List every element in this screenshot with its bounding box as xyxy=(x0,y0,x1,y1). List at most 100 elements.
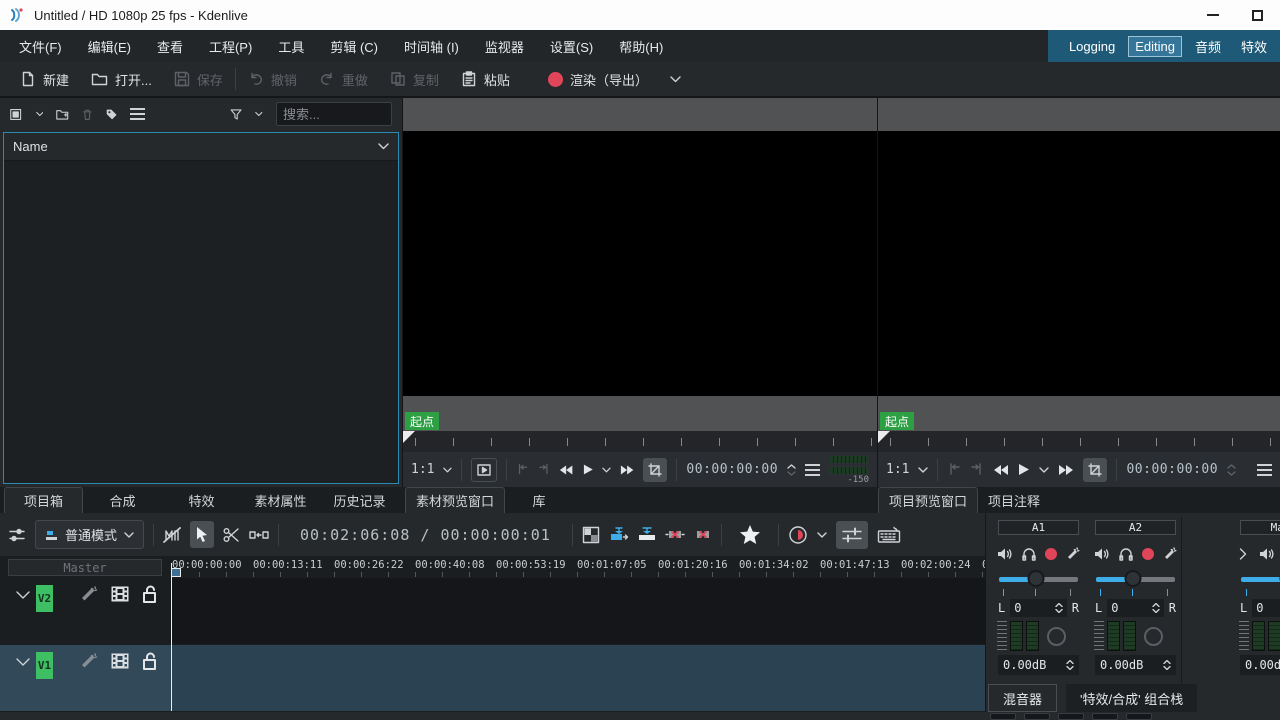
zone-in-icon[interactable] xyxy=(947,463,961,476)
monitor-menu-icon[interactable] xyxy=(805,464,820,476)
forward-icon[interactable] xyxy=(1058,464,1074,476)
track-lock-icon[interactable] xyxy=(142,652,158,671)
edit-mode-dropdown[interactable]: 普通模式 xyxy=(35,520,144,549)
pan-spinbox[interactable]: 0 xyxy=(1107,599,1164,617)
tab-clip-monitor[interactable]: 素材预览窗口 xyxy=(405,487,505,513)
forward-icon[interactable] xyxy=(620,464,634,476)
slider-knob[interactable] xyxy=(1125,570,1142,587)
rewind-icon[interactable] xyxy=(559,464,573,476)
zoom-level[interactable]: 1:1 xyxy=(886,462,909,477)
search-input[interactable] xyxy=(276,102,392,126)
playhead[interactable] xyxy=(171,563,172,711)
project-video-area[interactable] xyxy=(878,131,1280,396)
pan-spinbox[interactable]: 0 xyxy=(1010,599,1067,617)
zone-mode-button[interactable] xyxy=(643,458,667,482)
selection-tool-button[interactable] xyxy=(190,521,214,548)
create-folder-icon[interactable] xyxy=(56,107,69,122)
play-icon[interactable] xyxy=(583,463,594,476)
monitor-overlay-button[interactable] xyxy=(471,458,497,482)
mix-clips-icon[interactable] xyxy=(582,526,600,544)
bin-menu-icon[interactable] xyxy=(130,108,145,120)
snap-toggle-icon[interactable] xyxy=(163,527,181,543)
play-icon[interactable] xyxy=(1018,463,1030,476)
channel-name[interactable]: Master xyxy=(1240,520,1280,535)
menu-edit[interactable]: 编辑(E) xyxy=(75,30,144,62)
filter-dropdown-icon[interactable] xyxy=(255,111,263,117)
volume-slider[interactable] xyxy=(1241,569,1280,589)
rewind-icon[interactable] xyxy=(993,464,1009,476)
track-header-v2[interactable]: V2 xyxy=(0,578,170,644)
track-tag-v1[interactable]: V1 xyxy=(36,652,53,679)
play-dropdown-icon[interactable] xyxy=(1039,467,1049,473)
channel-name[interactable]: A2 xyxy=(1095,520,1176,535)
track-effects-icon[interactable] xyxy=(79,652,98,671)
menu-file[interactable]: 文件(F) xyxy=(6,30,75,62)
redo-button[interactable]: 重做 xyxy=(309,65,378,94)
menu-view[interactable]: 查看 xyxy=(144,30,196,62)
collapse-track-icon[interactable] xyxy=(16,658,30,666)
balance-knob[interactable] xyxy=(1047,627,1066,646)
workspace-editing[interactable]: Editing xyxy=(1128,36,1182,57)
tab-project-notes[interactable]: 项目注释 xyxy=(978,487,1050,513)
tab-effects[interactable]: 特效 xyxy=(162,487,241,513)
timecode-spinner[interactable] xyxy=(787,464,796,476)
effects-wand-icon[interactable] xyxy=(1066,547,1080,561)
tab-undo-history[interactable]: 历史记录 xyxy=(320,487,399,513)
filter-icon[interactable] xyxy=(230,107,242,122)
zoom-dropdown-icon[interactable] xyxy=(443,467,452,473)
spacer-tool-icon[interactable] xyxy=(249,529,269,541)
track-header-v1[interactable]: V1 xyxy=(0,645,170,711)
project-monitor-ruler[interactable] xyxy=(878,431,1280,452)
timecode-spinner[interactable] xyxy=(1227,464,1236,476)
gain-spinbox[interactable]: 0.00dB xyxy=(1095,655,1176,675)
lift-zone-icon[interactable] xyxy=(694,528,712,541)
menu-clip[interactable]: 剪辑 (C) xyxy=(317,30,391,62)
overwrite-zone-icon[interactable] xyxy=(638,527,656,542)
tab-audio-mixer[interactable]: 混音器 xyxy=(988,684,1057,712)
pan-spinbox[interactable]: 0 xyxy=(1252,599,1280,617)
effects-wand-icon[interactable] xyxy=(1163,547,1177,561)
paste-button[interactable]: 粘贴 xyxy=(451,65,520,94)
gain-spinbox[interactable]: 0.00dB xyxy=(1240,655,1280,675)
zone-mode-button[interactable] xyxy=(1083,458,1107,482)
track-tag-v2[interactable]: V2 xyxy=(36,585,53,612)
tab-clip-properties[interactable]: 素材属性 xyxy=(241,487,320,513)
insert-zone-icon[interactable] xyxy=(609,527,629,542)
tag-icon[interactable] xyxy=(106,107,117,122)
menu-settings[interactable]: 设置(S) xyxy=(537,30,606,62)
timeline-timecode[interactable]: 00:02:06:08 / 00:00:00:01 xyxy=(288,526,563,544)
volume-slider[interactable] xyxy=(1096,569,1175,589)
project-timecode[interactable]: 00:00:00:00 xyxy=(1126,462,1218,477)
zone-out-icon[interactable] xyxy=(970,463,984,476)
tab-compositions[interactable]: 合成 xyxy=(83,487,162,513)
audio-mixer-toggle[interactable] xyxy=(836,521,868,549)
clip-video-area[interactable] xyxy=(403,131,877,396)
collapse-mixer-icon[interactable] xyxy=(1239,548,1247,560)
razor-tool-icon[interactable] xyxy=(223,527,240,543)
undo-button[interactable]: 撤销 xyxy=(238,65,307,94)
new-button[interactable]: 新建 xyxy=(10,65,79,94)
solo-headphones-icon[interactable] xyxy=(1022,547,1036,561)
gain-spinbox[interactable]: 0.00dB xyxy=(998,655,1079,675)
workspace-effects[interactable]: 特效 xyxy=(1234,34,1274,59)
menu-timeline[interactable]: 时间轴 (I) xyxy=(391,30,472,62)
tab-project-monitor[interactable]: 项目预览窗口 xyxy=(878,487,978,513)
extract-zone-icon[interactable] xyxy=(665,528,685,541)
tab-library[interactable]: 库 xyxy=(505,487,573,513)
track-thumbnails-icon[interactable] xyxy=(110,585,130,603)
bin-column-header[interactable]: Name xyxy=(4,133,398,161)
minimize-button[interactable] xyxy=(1190,0,1235,30)
clip-monitor-ruler[interactable] xyxy=(403,431,877,452)
collapse-track-icon[interactable] xyxy=(16,591,30,599)
solo-headphones-icon[interactable] xyxy=(1119,547,1133,561)
mute-icon[interactable] xyxy=(1259,547,1275,561)
bin-list[interactable]: Name xyxy=(3,132,399,484)
clip-timecode[interactable]: 00:00:00:00 xyxy=(686,462,778,477)
workspace-logging[interactable]: Logging xyxy=(1062,36,1122,57)
timeline-settings-icon[interactable] xyxy=(8,526,26,544)
track-v2-lane[interactable] xyxy=(170,578,985,644)
mute-icon[interactable] xyxy=(1094,547,1110,561)
monitor-menu-icon[interactable] xyxy=(1257,464,1272,476)
record-arm-icon[interactable] xyxy=(1142,548,1154,560)
add-clip-icon[interactable] xyxy=(10,107,23,122)
